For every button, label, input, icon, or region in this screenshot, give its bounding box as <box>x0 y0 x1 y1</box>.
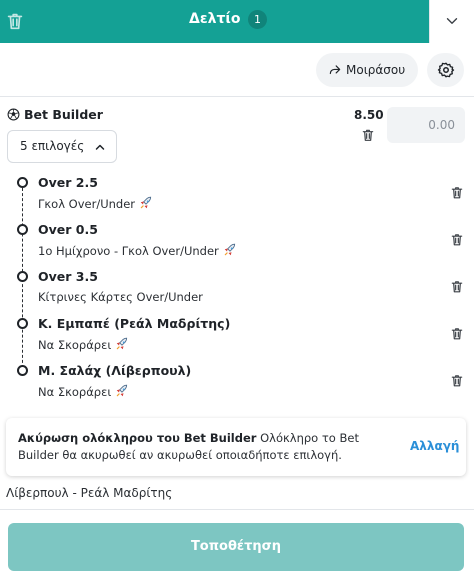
void-rule-notice: Ακύρωση ολόκληρου του Bet Builder Ολόκλη… <box>6 418 466 476</box>
timeline-node <box>17 224 28 235</box>
place-bet-button[interactable]: Τοποθέτηση <box>8 523 464 571</box>
rocket-icon <box>224 243 235 256</box>
trash-icon[interactable] <box>449 278 465 295</box>
selection-market: Κίτρινες Κάρτες Over/Under <box>38 290 203 304</box>
trash-icon[interactable] <box>449 325 465 342</box>
trash-icon[interactable] <box>4 10 26 32</box>
selection-title: Κ. Εμπαπέ (Ρεάλ Μαδρίτης) <box>38 316 231 331</box>
selection-title: Over 0.5 <box>38 222 98 237</box>
bet-builder-odds: 8.50 <box>354 108 384 122</box>
rocket-icon <box>116 337 128 350</box>
selection-market: Γκολ Over/Under <box>38 196 153 212</box>
betslip-header: Δελτίο 1 <box>0 0 474 43</box>
share-arrow-icon <box>329 65 341 75</box>
void-rule-text: Ακύρωση ολόκληρου του Bet Builder Ολόκλη… <box>18 430 388 464</box>
selection-title: Over 2.5 <box>38 175 98 190</box>
trash-icon[interactable] <box>360 127 376 143</box>
selection-market: 1ο Ημίχρονο - Γκολ Over/Under <box>38 243 237 259</box>
header-divider <box>429 0 430 43</box>
rocket-icon <box>140 196 152 209</box>
void-rule-heading: Ακύρωση ολόκληρου του Bet Builder <box>18 431 257 445</box>
soccer-ball-icon <box>7 108 20 121</box>
betslip-count-badge: 1 <box>248 10 267 29</box>
timeline-node <box>17 318 28 329</box>
selection-market: Να Σκοράρει <box>38 384 129 400</box>
betslip-header-bar[interactable]: Δελτίο 1 <box>0 0 429 43</box>
selection-title: Μ. Σαλάχ (Λίβερπουλ) <box>38 363 192 378</box>
settings-button[interactable] <box>427 53 464 87</box>
share-button[interactable]: Μοιράσου <box>316 53 418 87</box>
timeline-node <box>17 365 28 376</box>
selections-label: 5 επιλογές <box>20 139 85 153</box>
change-link[interactable]: Αλλαγή <box>410 438 459 454</box>
rocket-icon <box>116 384 128 397</box>
timeline-node <box>17 177 28 188</box>
betslip-title: Δελτίο <box>189 11 241 27</box>
gear-icon <box>437 62 455 78</box>
selection-market: Να Σκοράρει <box>38 337 129 353</box>
match-name: Λίβερπουλ - Ρεάλ Μαδρίτης <box>6 486 173 500</box>
selection-title: Over 3.5 <box>38 269 98 284</box>
section-divider <box>0 96 474 97</box>
chevron-down-icon[interactable] <box>443 12 461 30</box>
chevron-up-icon <box>95 144 105 150</box>
trash-icon[interactable] <box>449 231 465 248</box>
share-label: Μοιράσου <box>346 63 406 77</box>
section-divider <box>0 509 474 510</box>
trash-icon[interactable] <box>449 372 465 389</box>
stake-input[interactable]: 0.00 <box>387 107 465 143</box>
trash-icon[interactable] <box>449 184 465 201</box>
timeline-node <box>17 271 28 282</box>
selections-toggle[interactable]: 5 επιλογές <box>7 130 117 163</box>
bet-builder-title: Bet Builder <box>24 107 103 122</box>
